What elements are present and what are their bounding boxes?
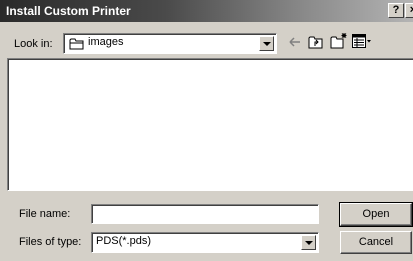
cancel-button[interactable]: Cancel: [340, 231, 412, 254]
file-list[interactable]: [7, 58, 413, 191]
install-custom-printer-dialog: Install Custom Printer ? × Look in: imag…: [0, 0, 413, 261]
chevron-down-icon: [305, 241, 313, 245]
files-of-type-select[interactable]: PDS(*.pds): [91, 232, 319, 253]
files-of-type-dropdown-button[interactable]: [301, 235, 316, 250]
close-button[interactable]: ×: [405, 3, 413, 18]
title-bar[interactable]: Install Custom Printer ? ×: [0, 0, 413, 22]
dialog-title: Install Custom Printer: [6, 4, 131, 18]
view-menu-icon[interactable]: [352, 34, 372, 52]
look-in-value: images: [88, 36, 124, 48]
chevron-down-icon: [263, 42, 271, 46]
look-in-dropdown-button[interactable]: [259, 36, 274, 51]
back-arrow-icon[interactable]: [288, 35, 302, 52]
look-in-label: Look in:: [14, 38, 53, 50]
up-one-level-icon[interactable]: [308, 35, 324, 52]
files-of-type-value: PDS(*.pds): [96, 235, 152, 247]
files-of-type-label: Files of type:: [19, 236, 82, 248]
file-name-input[interactable]: [91, 204, 319, 224]
open-button[interactable]: Open: [339, 202, 413, 227]
new-folder-icon[interactable]: [330, 32, 348, 52]
look-in-combobox[interactable]: images: [63, 33, 277, 54]
folder-icon: [69, 37, 85, 53]
help-button[interactable]: ?: [388, 3, 404, 18]
file-name-label: File name:: [19, 208, 71, 220]
